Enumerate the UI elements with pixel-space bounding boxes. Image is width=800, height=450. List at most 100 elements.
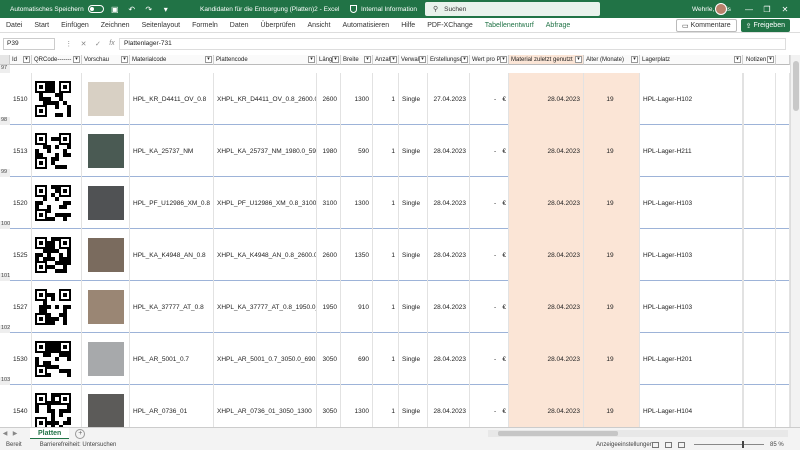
table-cell[interactable]: 590 [341, 125, 373, 177]
table-cell[interactable]: Single [399, 229, 428, 281]
comments-button[interactable]: ▭ Kommentare [676, 19, 737, 32]
table-cell[interactable]: XHPL_KR_D4411_OV_0.8_2600.0_1300 [214, 73, 317, 125]
column-header[interactable]: Vorschau ▾ [82, 55, 130, 65]
name-box[interactable]: P39 [3, 38, 55, 50]
table-cell[interactable]: XHPL_AR_0736_01_3050_1300 [214, 385, 317, 427]
table-cell[interactable] [776, 333, 790, 385]
table-cell[interactable]: 2600 [317, 229, 341, 281]
table-cell[interactable]: 1 [373, 73, 399, 125]
table-cell[interactable] [32, 125, 82, 177]
autosave-toggle[interactable] [87, 5, 104, 13]
filter-dropdown-icon[interactable]: ▾ [461, 56, 468, 63]
share-button[interactable]: ⇪ Freigeben [740, 19, 790, 32]
table-cell[interactable]: HPL-Lager-H104 [640, 385, 743, 427]
table-cell[interactable]: 1513 [10, 125, 32, 177]
table-cell[interactable]: 1300 [341, 73, 373, 125]
table-cell[interactable]: HPL-Lager-H103 [640, 281, 743, 333]
table-cell[interactable]: 19 [584, 281, 640, 333]
row-number[interactable]: 101 [0, 273, 10, 281]
column-header[interactable]: Alter (Monate) ▾ [584, 55, 640, 65]
ribbon-tab[interactable]: Start [28, 22, 55, 29]
sensitivity-label[interactable]: Internal Information [350, 5, 417, 13]
ribbon-tab[interactable]: Formeln [186, 22, 224, 29]
table-cell[interactable]: 28.04.2023 [428, 229, 470, 281]
row-number[interactable]: 97 [0, 65, 10, 73]
row-number[interactable]: 103 [0, 377, 10, 385]
add-sheet-icon[interactable]: + [75, 428, 86, 439]
table-cell[interactable]: 28.04.2023 [509, 73, 584, 125]
table-cell[interactable]: 1530 [10, 333, 32, 385]
table-cell[interactable]: 1510 [10, 73, 32, 125]
table-cell[interactable]: Single [399, 333, 428, 385]
column-header[interactable] [776, 55, 790, 65]
table-cell[interactable]: 28.04.2023 [428, 177, 470, 229]
table-cell[interactable] [744, 125, 776, 177]
table-cell[interactable] [82, 73, 130, 125]
table-cell[interactable] [776, 73, 790, 125]
table-cell[interactable] [776, 385, 790, 427]
column-header[interactable]: Lagerplatz ▾ [640, 55, 743, 65]
table-cell[interactable] [744, 281, 776, 333]
table-cell[interactable]: - € [470, 333, 509, 385]
table-cell[interactable]: 3050 [317, 333, 341, 385]
table-cell[interactable]: HPL_KA_37777_AT_0.8 [130, 281, 214, 333]
table-cell[interactable]: 28.04.2023 [428, 333, 470, 385]
table-cell[interactable] [744, 177, 776, 229]
ribbon-tab[interactable]: PDF-XChange [421, 22, 479, 29]
insert-function-icon[interactable]: fx [109, 40, 114, 48]
table-cell[interactable]: - € [470, 73, 509, 125]
table-cell[interactable]: 1 [373, 281, 399, 333]
column-header[interactable]: QRCode------- ▾ [32, 55, 82, 65]
filter-dropdown-icon[interactable]: ▾ [500, 56, 507, 63]
table-cell[interactable]: HPL-Lager-H102 [640, 73, 743, 125]
table-cell[interactable]: 690 [341, 333, 373, 385]
table-cell[interactable]: 1 [373, 333, 399, 385]
ribbon-tab[interactable]: Einfügen [55, 22, 95, 29]
table-cell[interactable] [32, 281, 82, 333]
page-break-view-icon[interactable] [678, 441, 685, 448]
table-cell[interactable]: - € [470, 125, 509, 177]
column-header[interactable]: Id ▾ [10, 55, 32, 65]
table-cell[interactable]: 1 [373, 385, 399, 427]
table-cell[interactable]: XHPL_AR_5001_0.7_3050.0_690.0 [214, 333, 317, 385]
filter-dropdown-icon[interactable]: ▾ [390, 56, 397, 63]
table-cell[interactable]: XHPL_KA_K4948_AN_0.8_2600.0_1350 [214, 229, 317, 281]
table-cell[interactable] [776, 125, 790, 177]
table-cell[interactable] [82, 385, 130, 427]
table-cell[interactable]: - € [470, 229, 509, 281]
horizontal-scrollbar[interactable] [488, 430, 788, 437]
filter-dropdown-icon[interactable]: ▾ [23, 56, 30, 63]
zoom-slider[interactable] [694, 441, 764, 448]
table-cell[interactable] [32, 333, 82, 385]
table-cell[interactable]: 1 [373, 177, 399, 229]
table-cell[interactable] [82, 177, 130, 229]
table-row[interactable]: 1540 HPL_AR_0736_01 XHPL_AR_0736_01_3050_1… [10, 385, 790, 427]
ribbon-tab[interactable]: Abfrage [540, 22, 577, 29]
table-cell[interactable]: HPL_AR_5001_0.7 [130, 333, 214, 385]
column-header[interactable]: Verwalt ▾ [399, 55, 428, 65]
select-all-corner[interactable] [0, 55, 10, 65]
table-cell[interactable]: 28.04.2023 [509, 125, 584, 177]
cancel-icon[interactable]: ✕ [81, 40, 87, 48]
table-cell[interactable]: 28.04.2023 [509, 333, 584, 385]
table-cell[interactable]: 910 [341, 281, 373, 333]
table-cell[interactable]: 1950 [317, 281, 341, 333]
column-header[interactable]: Plattencode ▾ [214, 55, 317, 65]
table-cell[interactable]: HPL_PF_U12986_XM_0.8 [130, 177, 214, 229]
table-cell[interactable] [32, 177, 82, 229]
save-icon[interactable]: ▣ [109, 3, 121, 15]
worksheet-grid[interactable]: Id ▾ QRCode------- ▾ Vorschau ▾ Materialcode ▾ P… [0, 55, 790, 427]
table-cell[interactable]: 19 [584, 385, 640, 427]
table-cell[interactable]: 19 [584, 73, 640, 125]
enter-icon[interactable]: ✓ [95, 40, 101, 48]
filter-dropdown-icon[interactable]: ▾ [575, 56, 582, 63]
table-cell[interactable]: HPL-Lager-H211 [640, 125, 743, 177]
table-cell[interactable] [744, 333, 776, 385]
table-cell[interactable]: 1540 [10, 385, 32, 427]
sheet-tab-platten[interactable]: Platten [30, 427, 70, 440]
table-cell[interactable]: 3050 [317, 385, 341, 427]
table-cell[interactable] [744, 229, 776, 281]
table-cell[interactable]: HPL-Lager-H103 [640, 229, 743, 281]
accessibility-check[interactable]: Barrierefreiheit: Untersuchen [40, 442, 117, 448]
table-row[interactable]: 1527 HPL_KA_37777_AT_0.8 XHPL_KA_37777_AT_… [10, 281, 790, 333]
